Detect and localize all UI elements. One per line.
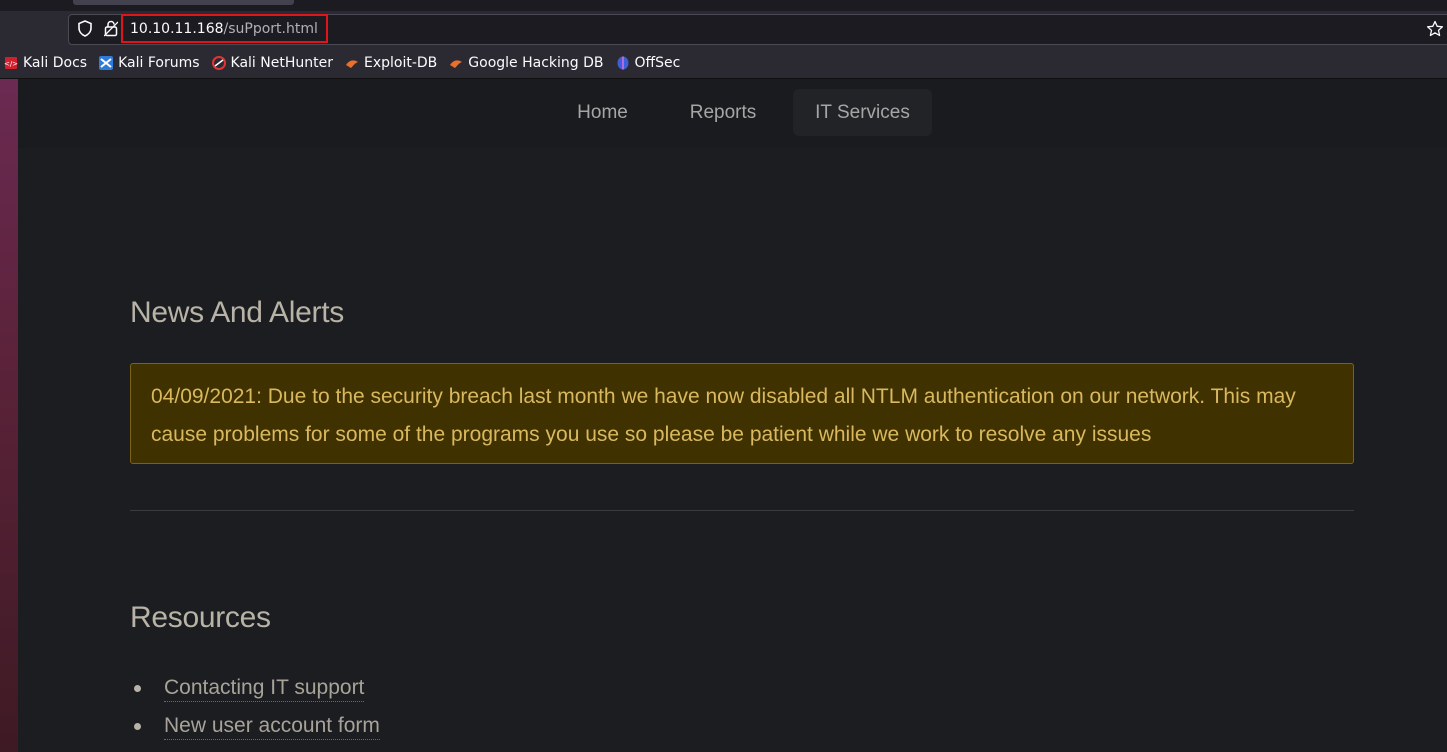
new-user-account-form-link[interactable]: New user account form: [164, 713, 380, 740]
bookmark-label: Kali Docs: [23, 55, 88, 71]
bookmarks-toolbar: </> Kali Docs Kali Forums Kali NetHunter…: [0, 48, 1447, 79]
kali-nethunter-icon: [211, 56, 226, 70]
desktop-edge: [0, 79, 18, 752]
tab-strip: [0, 0, 1447, 11]
list-item: New user account form: [130, 707, 380, 745]
bookmark-label: Exploit-DB: [363, 55, 438, 71]
tracking-shield-icon[interactable]: [77, 20, 93, 37]
offsec-icon: [617, 56, 628, 70]
insecure-lock-icon[interactable]: [104, 20, 118, 37]
url-path: /suPport.html: [223, 20, 318, 37]
exploit-db-icon: [345, 60, 358, 68]
bookmark-star-icon[interactable]: [1426, 20, 1444, 38]
site-nav: Home Reports IT Services: [18, 79, 1447, 148]
section-divider: [130, 510, 1354, 511]
bookmark-offsec[interactable]: OffSec: [616, 55, 681, 71]
bookmark-exploit-db[interactable]: Exploit-DB: [345, 55, 437, 71]
url-host: 10.10.11.168: [130, 20, 224, 37]
kali-docs-icon: </>: [4, 57, 18, 69]
bullet: [134, 685, 141, 692]
ntlm-alert: 04/09/2021: Due to the security breach l…: [130, 363, 1354, 464]
contacting-it-support-link[interactable]: Contacting IT support: [164, 675, 365, 702]
bookmark-label: Kali Forums: [118, 55, 200, 71]
resources-list: Contacting IT support New user account f…: [130, 669, 380, 745]
bookmark-kali-nethunter[interactable]: Kali NetHunter: [211, 55, 333, 71]
resources-heading: Resources: [130, 601, 271, 634]
bookmark-label: Kali NetHunter: [230, 55, 333, 71]
svg-text:</>: </>: [4, 60, 18, 68]
web-page: Home Reports IT Services News And Alerts…: [18, 79, 1447, 752]
list-item: Contacting IT support: [130, 669, 380, 707]
nav-it-services[interactable]: IT Services: [793, 89, 932, 136]
bullet: [134, 723, 141, 730]
kali-forums-icon: [99, 56, 114, 70]
bookmark-label: Google Hacking DB: [468, 55, 604, 71]
active-tab[interactable]: [73, 0, 294, 5]
news-heading: News And Alerts: [130, 296, 344, 329]
nav-reports[interactable]: Reports: [669, 89, 777, 136]
bookmark-kali-docs[interactable]: </> Kali Docs: [4, 55, 87, 71]
ghdb-icon: [450, 60, 463, 68]
bookmark-google-hacking-db[interactable]: Google Hacking DB: [449, 55, 604, 71]
url-text[interactable]: 10.10.11.168/suPport.html: [121, 14, 328, 43]
bookmark-kali-forums[interactable]: Kali Forums: [99, 55, 200, 71]
bookmark-label: OffSec: [634, 55, 681, 71]
nav-home[interactable]: Home: [556, 89, 649, 136]
